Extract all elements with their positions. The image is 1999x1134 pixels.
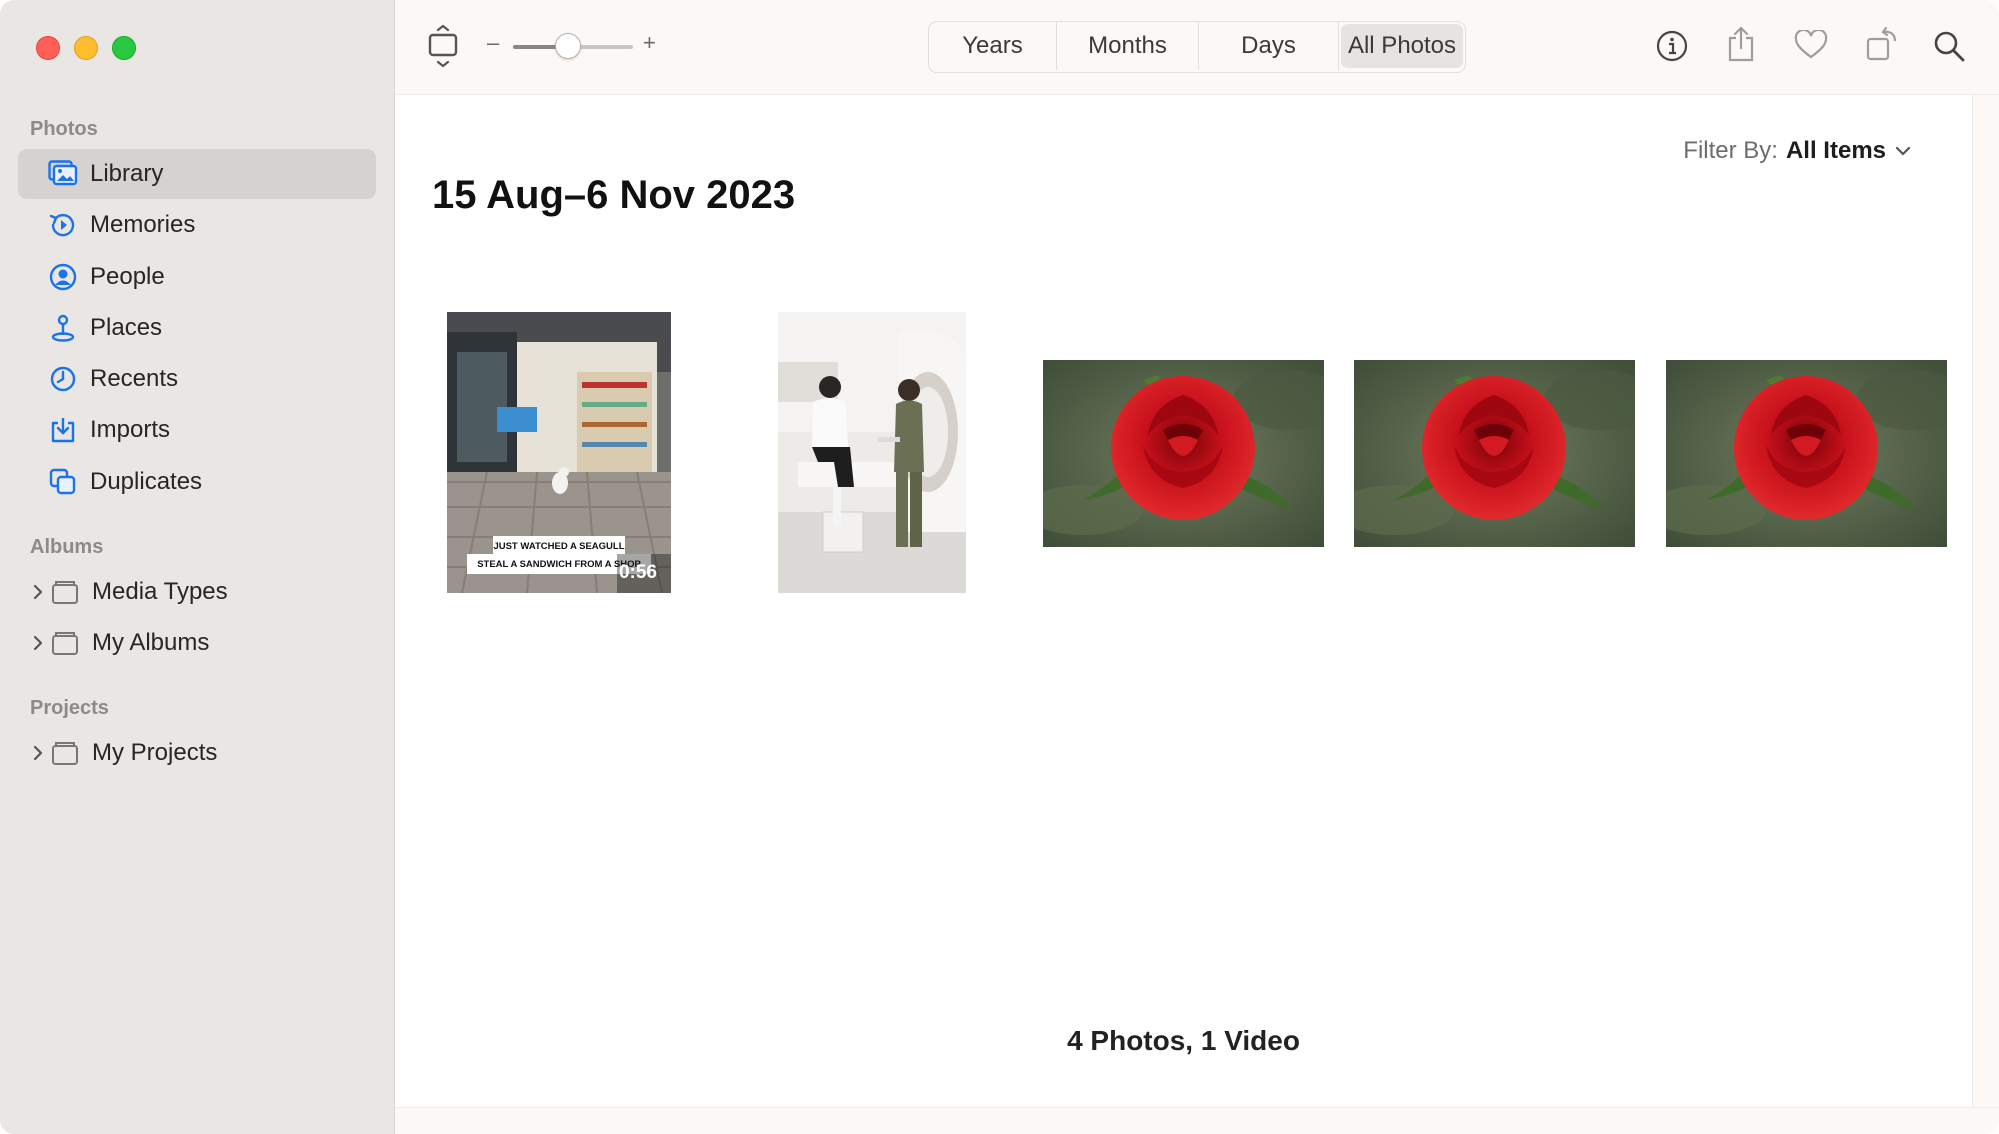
sidebar-item-label: Memories [90, 211, 196, 238]
photo-grid-area: Filter By: All Items 15 Aug–6 Nov 2023 J… [395, 95, 1972, 1107]
sidebar-item-imports[interactable]: Imports [18, 405, 376, 455]
date-range-title: 15 Aug–6 Nov 2023 [432, 173, 796, 217]
sidebar-item-duplicates[interactable]: Duplicates [18, 457, 376, 507]
aspect-ratio-toggle-icon[interactable] [427, 24, 459, 68]
video-caption-line1: JUST WATCHED A SEAGULL [493, 541, 625, 552]
horizontal-scrollbar[interactable] [395, 1107, 1999, 1134]
info-icon[interactable] [1654, 28, 1690, 64]
share-icon[interactable] [1723, 24, 1759, 64]
places-icon [46, 311, 80, 345]
zoom-in-button[interactable]: + [643, 30, 656, 56]
close-window-button[interactable] [36, 36, 60, 60]
minimize-window-button[interactable] [74, 36, 98, 60]
section-title-projects: Projects [30, 697, 109, 719]
people-icon [46, 260, 80, 294]
sidebar-item-label: Places [90, 314, 163, 341]
zoom-slider[interactable] [513, 33, 633, 59]
sidebar-item-label: Library [90, 160, 164, 187]
imports-icon [46, 413, 80, 447]
chevron-right-icon[interactable] [28, 742, 48, 764]
video-thumbnail[interactable]: JUST WATCHED A SEAGULL STEAL A SANDWICH … [447, 312, 671, 593]
filter-dropdown[interactable]: Filter By: All Items [1683, 137, 1912, 165]
sidebar-item-label: Duplicates [90, 468, 203, 495]
photos-window: Photos Library Memories People Places Re… [0, 0, 1999, 1134]
section-title-albums: Albums [30, 536, 104, 558]
zoom-slider-knob[interactable] [555, 33, 581, 59]
mri-room-image [778, 312, 966, 593]
rotate-icon[interactable] [1863, 24, 1901, 64]
sidebar: Photos Library Memories People Places Re… [0, 0, 395, 1134]
library-icon [46, 157, 80, 191]
chevron-down-icon [1894, 137, 1912, 165]
sidebar-item-label: People [90, 263, 165, 290]
tab-days[interactable]: Days [1199, 22, 1339, 70]
photo-thumbnail[interactable] [1666, 360, 1947, 547]
recents-icon [46, 362, 80, 396]
sidebar-item-places[interactable]: Places [18, 303, 376, 353]
view-segmented-control: Years Months Days All Photos [928, 21, 1466, 73]
sidebar-item-memories[interactable]: Memories [18, 200, 376, 250]
sidebar-item-label: My Albums [92, 629, 210, 656]
photo-thumbnail[interactable] [1354, 360, 1635, 547]
photo-thumbnail[interactable] [778, 312, 966, 593]
item-count: 4 Photos, 1 Video [1067, 1025, 1300, 1056]
sidebar-item-recents[interactable]: Recents [18, 354, 376, 404]
memories-icon [46, 208, 80, 242]
sidebar-item-library[interactable]: Library [18, 149, 376, 199]
search-icon[interactable] [1931, 28, 1967, 64]
photo-thumbnail[interactable] [1043, 360, 1324, 547]
vertical-scrollbar[interactable] [1972, 95, 1999, 1107]
sidebar-item-label: Imports [90, 416, 171, 443]
toolbar: – + Years Months Days All Photos [395, 0, 1999, 95]
red-rose-image [1354, 360, 1635, 547]
chevron-right-icon[interactable] [28, 581, 48, 603]
sidebar-item-my-albums[interactable]: My Albums [18, 618, 376, 668]
folder-icon [48, 575, 82, 609]
sidebar-item-label: Recents [90, 365, 179, 392]
video-duration: 0:56 [618, 562, 657, 583]
filter-value: All Items [1785, 137, 1886, 164]
filter-label: Filter By: [1683, 137, 1778, 164]
zoom-out-button[interactable]: – [487, 30, 499, 56]
red-rose-image [1043, 360, 1324, 547]
folder-icon [48, 736, 82, 770]
chevron-right-icon[interactable] [28, 632, 48, 654]
sidebar-item-media-types[interactable]: Media Types [18, 567, 376, 617]
folder-icon [48, 626, 82, 660]
tab-months[interactable]: Months [1057, 22, 1199, 70]
red-rose-image [1666, 360, 1947, 547]
sidebar-item-my-projects[interactable]: My Projects [18, 728, 376, 778]
heart-icon[interactable] [1793, 28, 1829, 62]
maximize-window-button[interactable] [112, 36, 136, 60]
tab-all-photos[interactable]: All Photos [1341, 24, 1463, 68]
duplicates-icon [46, 465, 80, 499]
sidebar-item-label: Media Types [92, 578, 228, 605]
tab-years[interactable]: Years [929, 22, 1057, 70]
sidebar-item-people[interactable]: People [18, 252, 376, 302]
sidebar-item-label: My Projects [92, 739, 218, 766]
window-controls [36, 36, 136, 60]
section-title-photos: Photos [30, 118, 98, 140]
